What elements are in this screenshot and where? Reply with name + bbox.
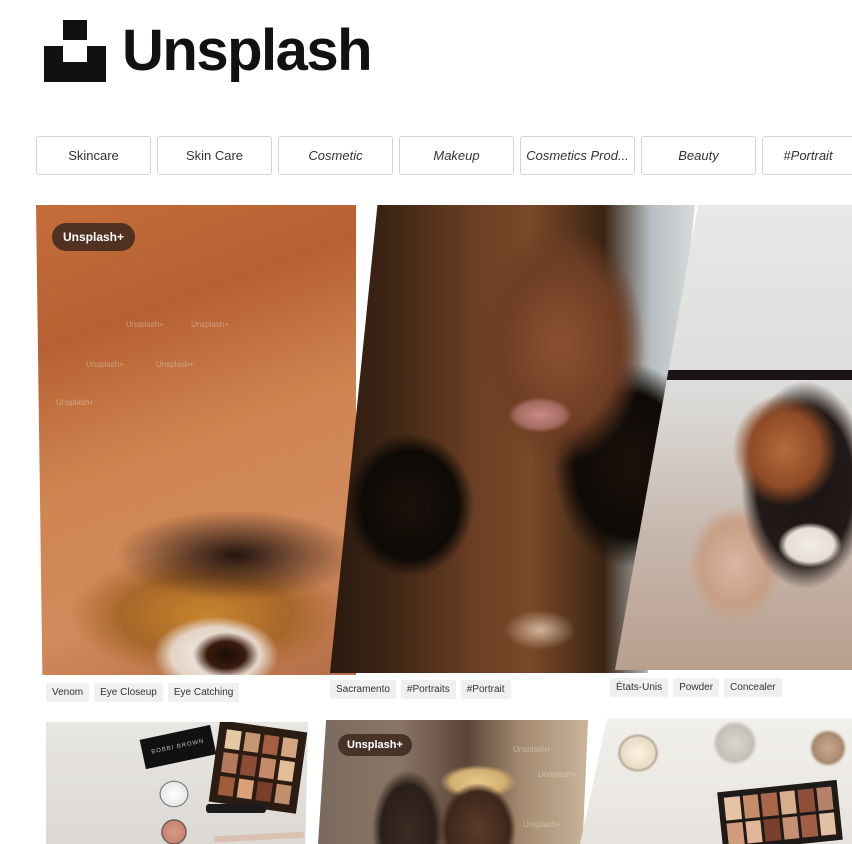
chip-skincare[interactable]: Skincare (36, 136, 151, 175)
watermark: Unsplash+ (86, 360, 125, 369)
tag-eye-catching[interactable]: Eye Catching (167, 683, 240, 702)
unsplash-plus-badge: Unsplash+ (338, 734, 412, 756)
tag-concealer[interactable]: Concealer (724, 678, 782, 697)
unsplash-logo-icon (44, 20, 106, 82)
tag-sacramento[interactable]: Sacramento (330, 680, 396, 699)
unsplash-plus-badge: Unsplash+ (52, 223, 136, 251)
brand-name: Unsplash (122, 18, 373, 83)
tag-eye-closeup[interactable]: Eye Closeup (94, 683, 163, 702)
lipstick-tube (206, 804, 266, 813)
watermark: Unsplash+ (538, 770, 577, 779)
tag-etats-unis[interactable]: États-Unis (610, 678, 669, 697)
eyeshadow-palette (717, 779, 843, 844)
unsplash-logo[interactable]: Unsplash (44, 18, 373, 83)
tag-venom[interactable]: Venom (46, 683, 90, 702)
related-tags-bar: Skincare Skin Care Cosmetic Makeup Cosme… (36, 136, 852, 175)
photo-tags: Sacramento #Portraits #Portrait (330, 680, 511, 699)
photo-tags: Venom Eye Closeup Eye Catching (46, 683, 240, 702)
chip-portrait[interactable]: #Portrait (762, 136, 852, 175)
watermark: Unsplash+ (126, 320, 165, 329)
tag-powder[interactable]: Powder (673, 678, 720, 697)
photo-card[interactable]: Unsplash+ Unsplash+ Unsplash+ Unsplash+ (318, 720, 588, 844)
chip-cosmetics-products[interactable]: Cosmetics Prod... (520, 136, 635, 175)
chip-makeup[interactable]: Makeup (399, 136, 514, 175)
watermark: Unsplash+ (523, 820, 562, 829)
chip-beauty[interactable]: Beauty (641, 136, 756, 175)
watermark: Unsplash+ (56, 398, 95, 407)
tag-portrait[interactable]: #Portrait (460, 680, 511, 699)
chip-cosmetic[interactable]: Cosmetic (278, 136, 393, 175)
photo-card[interactable]: Unsplash+ Unsplash+ Unsplash+ Unsplash+ … (36, 205, 356, 675)
eyeshadow-palette (208, 722, 308, 814)
chip-skin-care[interactable]: Skin Care (157, 136, 272, 175)
watermark: Unsplash+ (156, 360, 195, 369)
photo-eye-closeup (36, 205, 356, 675)
photo-tags: États-Unis Powder Concealer (610, 678, 782, 697)
photo-card[interactable] (580, 718, 852, 844)
photo-card[interactable]: BOBBI BROWN (46, 722, 308, 844)
tag-portraits[interactable]: #Portraits (400, 680, 456, 699)
watermark: Unsplash+ (513, 745, 552, 754)
watermark: Unsplash+ (191, 320, 230, 329)
